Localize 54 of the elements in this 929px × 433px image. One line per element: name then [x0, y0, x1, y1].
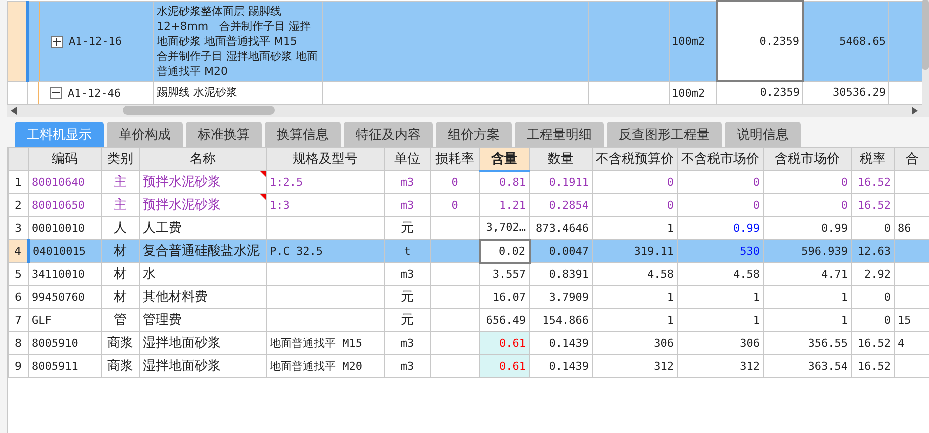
tab[interactable]: 标准换算	[186, 122, 262, 147]
expand-icon[interactable]	[51, 36, 63, 48]
vertical-scrollbar[interactable]	[922, 0, 929, 117]
tab[interactable]: 反查图形工程量	[607, 122, 722, 147]
table-cell: 商浆	[102, 354, 140, 378]
table-cell: 湿拌地面砂浆	[140, 354, 266, 378]
item-row[interactable]: A1-12-46 踢脚线 水泥砂浆 100m2 0.2359 30536.29	[8, 81, 922, 104]
table-cell: 0.61	[480, 354, 530, 378]
item-unit: 100m2	[672, 86, 706, 100]
content-field[interactable]: 0.02	[480, 240, 530, 262]
column-header[interactable]: 损耗率	[430, 148, 480, 170]
table-cell: 363.54	[764, 354, 852, 378]
table-cell: 312	[678, 354, 764, 378]
item-price: 30536.29	[802, 81, 888, 104]
table-cell: 地面普通找平 M20	[266, 354, 384, 378]
column-header[interactable]: 税率	[852, 148, 894, 170]
item-name: 踢脚线 水泥砂浆	[154, 81, 322, 104]
tab[interactable]: 组价方案	[436, 122, 512, 147]
table-cell: 8005911	[28, 354, 102, 378]
item-quantity: 0.2359	[716, 81, 802, 104]
collapse-icon[interactable]	[50, 87, 62, 100]
quantity-field[interactable]: 0.2359	[716, 1, 802, 81]
horizontal-scrollbar[interactable]	[7, 104, 922, 117]
column-header[interactable]: 不含税市场价	[678, 148, 764, 170]
row-number: 4	[8, 240, 28, 262]
tab[interactable]: 说明信息	[725, 122, 801, 147]
column-header[interactable]: 规格及型号	[266, 148, 384, 170]
tab[interactable]: 单价构成	[107, 122, 183, 147]
column-header[interactable]: 名称	[140, 148, 266, 170]
item-code: A1-12-46	[68, 86, 121, 100]
column-header[interactable]: 类别	[102, 148, 140, 170]
scroll-left-icon[interactable]	[11, 106, 17, 115]
column-header[interactable]: 编码	[28, 148, 102, 170]
column-header[interactable]: 数量	[530, 148, 592, 170]
table-cell: 0.61	[480, 332, 530, 354]
item-code: A1-12-16	[69, 35, 122, 48]
table-cell: m3	[384, 354, 430, 378]
table-cell: 0.1439	[530, 354, 592, 378]
column-header[interactable]: 含量	[480, 148, 530, 170]
column-header[interactable]: 不含税预算价	[592, 148, 678, 170]
tab[interactable]: 换算信息	[265, 122, 341, 147]
tab[interactable]: 特征及内容	[344, 122, 433, 147]
tab[interactable]: 工程量明细	[515, 122, 604, 147]
column-header[interactable]: 单位	[384, 148, 430, 170]
item-row[interactable]: A1-12-16 水泥砂浆整体面层 踢脚线 12+8mm 合并制作子目 湿拌地面砂浆 地面普通找平 M15 合并制作子目 湿拌地面砂浆 地面普通找平 M20 100m2 0.2359 5468.65	[8, 1, 922, 81]
table-cell: 16.52	[852, 354, 894, 378]
column-header[interactable]: 合	[894, 148, 929, 170]
item-name: 水泥砂浆整体面层 踢脚线 12+8mm 合并制作子目 湿拌地面砂浆 地面普通找平 M15 合并制作子目 湿拌地面砂浆 地面普通找平 M20	[154, 1, 322, 81]
row-number: 9	[8, 354, 28, 378]
item-price: 5468.65	[802, 1, 888, 81]
scroll-right-icon[interactable]	[912, 106, 918, 115]
table-cell: 312	[592, 354, 678, 378]
column-header[interactable]: 含税市场价	[764, 148, 852, 170]
item-unit: 100m2	[672, 35, 706, 48]
